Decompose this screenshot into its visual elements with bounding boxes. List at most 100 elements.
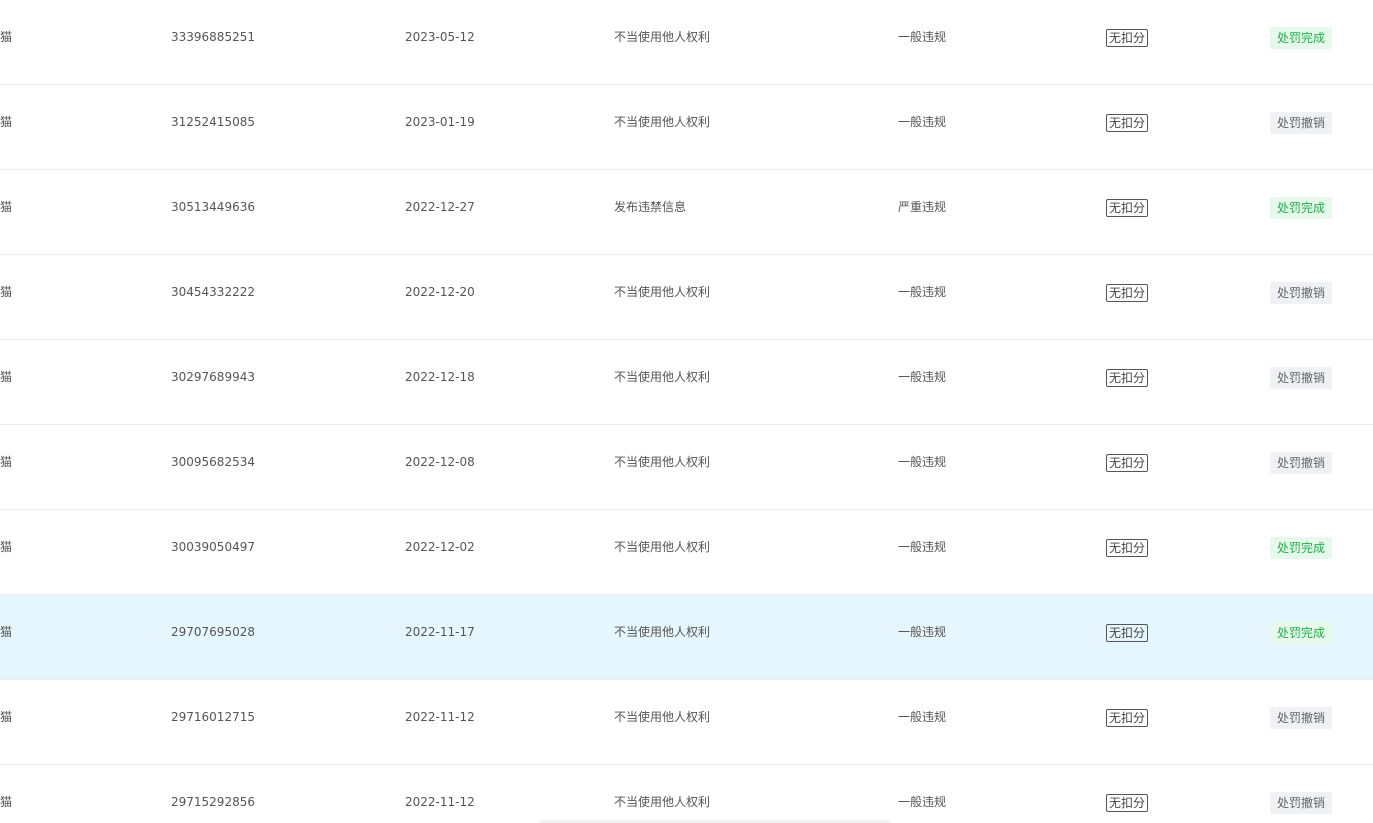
score-badge: 无扣分 — [1106, 708, 1149, 727]
status-badge: 处罚撤销 — [1270, 366, 1333, 389]
date-cell: 2022-12-08 — [405, 455, 475, 469]
status-badge: 处罚完成 — [1270, 196, 1333, 219]
table-row[interactable]: 天猫 30513449636 2022-12-27 发布违禁信息 严重违规 无扣… — [0, 170, 1373, 255]
score-badge: 无扣分 — [1106, 793, 1149, 812]
status-cell: 处罚完成 — [1270, 0, 1333, 84]
status-cell: 处罚撤销 — [1270, 765, 1333, 823]
shop-cell: 天猫 — [0, 795, 13, 809]
reason-cell: 不当使用他人权利 — [614, 285, 711, 299]
table-row[interactable]: 天猫 31252415085 2023-01-19 不当使用他人权利 一般违规 … — [0, 85, 1373, 170]
status-cell: 处罚撤销 — [1270, 85, 1333, 169]
record-id-cell: 30095682534 — [171, 455, 255, 469]
record-id-cell: 30454332222 — [171, 285, 255, 299]
table-row[interactable]: 天猫 30297689943 2022-12-18 不当使用他人权利 一般违规 … — [0, 340, 1373, 425]
record-id-cell: 29707695028 — [171, 625, 255, 639]
severity-cell: 一般违规 — [898, 285, 947, 299]
record-id-cell: 31252415085 — [171, 115, 255, 129]
score-badge: 无扣分 — [1106, 538, 1149, 557]
score-cell: 无扣分 — [1106, 170, 1149, 254]
record-id-cell: 30297689943 — [171, 370, 255, 384]
table-row[interactable]: 天猫 33396885251 2023-05-12 不当使用他人权利 一般违规 … — [0, 0, 1373, 85]
shop-cell: 天猫 — [0, 200, 13, 214]
score-cell: 无扣分 — [1106, 85, 1149, 169]
reason-cell: 不当使用他人权利 — [614, 115, 711, 129]
status-badge: 处罚撤销 — [1270, 451, 1333, 474]
table-row[interactable]: 天猫 29716012715 2022-11-12 不当使用他人权利 一般违规 … — [0, 680, 1373, 765]
date-cell: 2022-11-12 — [405, 795, 475, 809]
penalty-records-table: 天猫 33396885251 2023-05-12 不当使用他人权利 一般违规 … — [0, 0, 1373, 823]
severity-cell: 严重违规 — [898, 200, 947, 214]
table-row[interactable]: 天猫 30039050497 2022-12-02 不当使用他人权利 一般违规 … — [0, 510, 1373, 595]
record-id-cell: 30039050497 — [171, 540, 255, 554]
table-row[interactable]: 天猫 30095682534 2022-12-08 不当使用他人权利 一般违规 … — [0, 425, 1373, 510]
score-cell: 无扣分 — [1106, 680, 1149, 764]
score-cell: 无扣分 — [1106, 595, 1149, 679]
status-cell: 处罚完成 — [1270, 170, 1333, 254]
status-cell: 处罚撤销 — [1270, 255, 1333, 339]
severity-cell: 一般违规 — [898, 115, 947, 129]
date-cell: 2022-12-18 — [405, 370, 475, 384]
reason-cell: 不当使用他人权利 — [614, 540, 711, 554]
table-row[interactable]: 天猫 30454332222 2022-12-20 不当使用他人权利 一般违规 … — [0, 255, 1373, 340]
reason-cell: 不当使用他人权利 — [614, 30, 711, 44]
shop-cell: 天猫 — [0, 540, 13, 554]
severity-cell: 一般违规 — [898, 370, 947, 384]
status-cell: 处罚撤销 — [1270, 340, 1333, 424]
reason-cell: 不当使用他人权利 — [614, 370, 711, 384]
status-badge: 处罚完成 — [1270, 621, 1333, 644]
score-badge: 无扣分 — [1106, 28, 1149, 47]
shop-cell: 天猫 — [0, 370, 13, 384]
reason-cell: 不当使用他人权利 — [614, 710, 711, 724]
record-id-cell: 33396885251 — [171, 30, 255, 44]
status-badge: 处罚撤销 — [1270, 281, 1333, 304]
shop-cell: 天猫 — [0, 115, 13, 129]
status-badge: 处罚撤销 — [1270, 791, 1333, 814]
reason-cell: 不当使用他人权利 — [614, 625, 711, 639]
date-cell: 2022-12-27 — [405, 200, 475, 214]
status-badge: 处罚完成 — [1270, 26, 1333, 49]
reason-cell: 不当使用他人权利 — [614, 795, 711, 809]
table-row[interactable]: 天猫 29707695028 2022-11-17 不当使用他人权利 一般违规 … — [0, 595, 1373, 680]
severity-cell: 一般违规 — [898, 625, 947, 639]
severity-cell: 一般违规 — [898, 540, 947, 554]
score-cell: 无扣分 — [1106, 340, 1149, 424]
score-cell: 无扣分 — [1106, 425, 1149, 509]
date-cell: 2022-12-02 — [405, 540, 475, 554]
shop-cell: 天猫 — [0, 710, 13, 724]
table-row[interactable]: 天猫 29715292856 2022-11-12 不当使用他人权利 一般违规 … — [0, 765, 1373, 823]
status-badge: 处罚撤销 — [1270, 706, 1333, 729]
score-cell: 无扣分 — [1106, 510, 1149, 594]
score-badge: 无扣分 — [1106, 113, 1149, 132]
date-cell: 2022-11-12 — [405, 710, 475, 724]
status-cell: 处罚撤销 — [1270, 680, 1333, 764]
score-badge: 无扣分 — [1106, 283, 1149, 302]
status-badge: 处罚完成 — [1270, 536, 1333, 559]
status-cell: 处罚完成 — [1270, 595, 1333, 679]
shop-cell: 天猫 — [0, 30, 13, 44]
date-cell: 2022-12-20 — [405, 285, 475, 299]
status-badge: 处罚撤销 — [1270, 111, 1333, 134]
shop-cell: 天猫 — [0, 625, 13, 639]
score-badge: 无扣分 — [1106, 368, 1149, 387]
severity-cell: 一般违规 — [898, 795, 947, 809]
record-id-cell: 30513449636 — [171, 200, 255, 214]
score-cell: 无扣分 — [1106, 0, 1149, 84]
record-id-cell: 29715292856 — [171, 795, 255, 809]
score-cell: 无扣分 — [1106, 765, 1149, 823]
date-cell: 2023-01-19 — [405, 115, 475, 129]
record-id-cell: 29716012715 — [171, 710, 255, 724]
reason-cell: 发布违禁信息 — [614, 200, 687, 214]
severity-cell: 一般违规 — [898, 710, 947, 724]
status-cell: 处罚撤销 — [1270, 425, 1333, 509]
score-badge: 无扣分 — [1106, 198, 1149, 217]
reason-cell: 不当使用他人权利 — [614, 455, 711, 469]
score-badge: 无扣分 — [1106, 623, 1149, 642]
date-cell: 2023-05-12 — [405, 30, 475, 44]
status-cell: 处罚完成 — [1270, 510, 1333, 594]
score-cell: 无扣分 — [1106, 255, 1149, 339]
severity-cell: 一般违规 — [898, 30, 947, 44]
shop-cell: 天猫 — [0, 455, 13, 469]
severity-cell: 一般违规 — [898, 455, 947, 469]
shop-cell: 天猫 — [0, 285, 13, 299]
date-cell: 2022-11-17 — [405, 625, 475, 639]
